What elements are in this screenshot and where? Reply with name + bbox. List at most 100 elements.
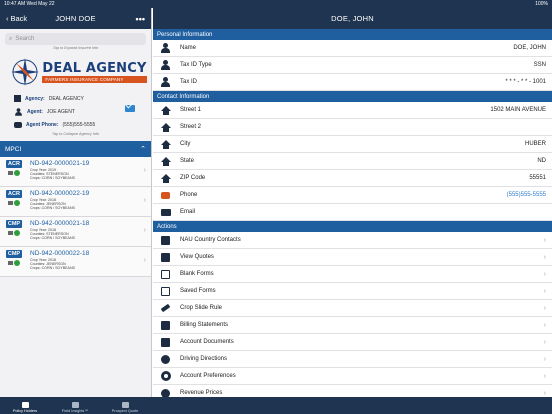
policy-row[interactable]: CMP ND-942-0000022-18 Crop Year: 2018 Co… bbox=[0, 247, 151, 277]
contact-row-email[interactable]: Email bbox=[153, 204, 552, 221]
flag-icon bbox=[8, 201, 13, 205]
policy-status bbox=[8, 170, 20, 176]
action-driving-directions[interactable]: Driving Directions › bbox=[153, 351, 552, 368]
agency-label: Agency: bbox=[25, 95, 45, 102]
personal-row-tax-id: Tax ID * * * - * * - 1001 bbox=[153, 74, 552, 91]
gear-icon bbox=[159, 371, 172, 381]
collapse-hint[interactable]: Tap to Collapse Agency Info bbox=[0, 132, 151, 136]
personal-info-header: Personal Information bbox=[153, 29, 552, 40]
contact-row-street1: Street 1 1502 MAIN AVENUE bbox=[153, 102, 552, 119]
left-nav-bar: ‹ Back JOHN DOE ••• bbox=[0, 8, 151, 29]
more-button[interactable]: ••• bbox=[136, 14, 145, 24]
quote-icon bbox=[159, 252, 172, 262]
house-icon bbox=[159, 105, 172, 115]
back-label: Back bbox=[10, 14, 28, 23]
back-button[interactable]: ‹ Back bbox=[6, 14, 27, 23]
row-value: 1502 MAIN AVENUE bbox=[490, 107, 546, 113]
chevron-right-icon: › bbox=[543, 270, 546, 278]
email-agent-icon[interactable] bbox=[125, 105, 135, 112]
row-label: Street 1 bbox=[180, 107, 202, 113]
actions-header: Actions bbox=[153, 221, 552, 232]
row-value: SSN bbox=[533, 62, 546, 68]
policy-text: ND-942-0000021-19 Crop Year: 2019 Counti… bbox=[30, 160, 89, 183]
contact-row-street2: Street 2 bbox=[153, 119, 552, 136]
action-view-quotes[interactable]: View Quotes › bbox=[153, 249, 552, 266]
personal-row-tax-id-type: Tax ID Type SSN bbox=[153, 57, 552, 74]
tab-prospect-quote[interactable]: Prospect Quote bbox=[100, 397, 150, 414]
chevron-right-icon: › bbox=[543, 304, 546, 312]
action-label: View Quotes bbox=[180, 254, 214, 260]
action-account-preferences[interactable]: Account Preferences › bbox=[153, 368, 552, 385]
chevron-left-icon: ‹ bbox=[6, 14, 9, 23]
chevron-up-icon: ⌃ bbox=[140, 146, 146, 153]
tab-field-insights[interactable]: Field Insights™ bbox=[50, 397, 100, 414]
status-bar: 10:47 AM Wed May 22 100% bbox=[0, 0, 552, 8]
contacts-book-icon bbox=[159, 235, 172, 245]
billing-icon bbox=[159, 320, 172, 330]
row-value: HUBER bbox=[524, 141, 546, 147]
row-label: Email bbox=[180, 209, 196, 215]
policy-row[interactable]: CMP ND-942-0000021-18 Crop Year: 2018 Co… bbox=[0, 217, 151, 247]
chevron-right-icon: › bbox=[543, 355, 546, 363]
person-icon bbox=[15, 107, 22, 116]
policy-icons: ACR bbox=[4, 190, 24, 213]
policy-crops: Crops: CORN / SOYBEANS bbox=[30, 206, 75, 211]
action-label: Account Preferences bbox=[180, 373, 236, 379]
policy-icons: CMP bbox=[4, 250, 24, 273]
action-nau-contacts[interactable]: NAU Country Contacts › bbox=[153, 232, 552, 249]
right-nav-title: DOE, JOHN bbox=[153, 8, 552, 29]
policy-icons: ACR bbox=[4, 160, 24, 183]
action-account-documents[interactable]: Account Documents › bbox=[153, 334, 552, 351]
policy-badge: ACR bbox=[6, 190, 22, 198]
status-time: 10:47 AM bbox=[4, 1, 26, 7]
chevron-right-icon: › bbox=[543, 389, 546, 397]
chevron-right-icon: › bbox=[543, 287, 546, 295]
policy-crops: Crops: CORN / SOYBEANS bbox=[30, 176, 75, 181]
compass-logo-icon bbox=[11, 58, 40, 86]
policy-row[interactable]: ACR ND-942-0000021-19 Crop Year: 2019 Co… bbox=[0, 157, 151, 187]
flag-icon bbox=[8, 171, 13, 175]
policy-text: ND-942-0000022-19 Crop Year: 2018 Counti… bbox=[30, 190, 89, 213]
search-input[interactable]: ⌕ Search bbox=[5, 33, 146, 45]
policy-status bbox=[8, 230, 20, 236]
flag-icon bbox=[8, 231, 13, 235]
row-label: ZIP Code bbox=[180, 175, 206, 181]
row-label: Name bbox=[180, 45, 197, 51]
mpci-label: MPCI bbox=[5, 145, 22, 153]
chevron-right-icon: › bbox=[143, 227, 146, 234]
saved-forms-icon bbox=[159, 286, 172, 296]
search-icon: ⌕ bbox=[9, 35, 13, 42]
policy-list: ACR ND-942-0000021-19 Crop Year: 2019 Co… bbox=[0, 157, 151, 277]
agent-phone-row[interactable]: Agent Phone: (555)555-5555 bbox=[14, 118, 151, 131]
policy-text: ND-942-0000021-18 Crop Year: 2018 Counti… bbox=[30, 220, 89, 243]
action-label: Billing Statements bbox=[180, 322, 229, 328]
documents-icon bbox=[159, 337, 172, 347]
row-value: ND bbox=[537, 158, 546, 164]
action-billing-statements[interactable]: Billing Statements › bbox=[153, 317, 552, 334]
tab-policy-holders[interactable]: Policy Holders bbox=[0, 397, 50, 414]
expand-hint[interactable]: Tap to Expand Insured Info bbox=[5, 46, 146, 50]
phone-link[interactable]: (555)555-5555 bbox=[507, 192, 546, 198]
agency-logo: DEAL AGENCY FARMERS INSURANCE COMPANY bbox=[6, 54, 151, 90]
action-blank-forms[interactable]: Blank Forms › bbox=[153, 266, 552, 283]
action-crop-slide-rule[interactable]: Crop Slide Rule › bbox=[153, 300, 552, 317]
tab-label: Field Insights™ bbox=[61, 409, 89, 413]
contact-row-phone[interactable]: Phone (555)555-5555 bbox=[153, 187, 552, 204]
building-icon bbox=[14, 95, 21, 102]
policy-row[interactable]: ACR ND-942-0000022-19 Crop Year: 2018 Co… bbox=[0, 187, 151, 217]
policy-icons: CMP bbox=[4, 220, 24, 243]
flag-icon bbox=[8, 261, 13, 265]
row-value: 55551 bbox=[529, 175, 546, 181]
search-placeholder: Search bbox=[15, 36, 35, 42]
status-date: Wed May 22 bbox=[26, 1, 55, 7]
policy-status bbox=[8, 200, 20, 206]
check-icon bbox=[14, 200, 20, 206]
mpci-section-header[interactable]: MPCI ⌃ bbox=[0, 141, 151, 157]
house-icon bbox=[159, 173, 172, 183]
left-panel: ‹ Back JOHN DOE ••• ⌕ Search Tap to Expa… bbox=[0, 8, 152, 414]
directions-icon bbox=[159, 354, 172, 364]
action-saved-forms[interactable]: Saved Forms › bbox=[153, 283, 552, 300]
chevron-right-icon: › bbox=[543, 253, 546, 261]
action-label: NAU Country Contacts bbox=[180, 237, 241, 243]
chevron-right-icon: › bbox=[143, 257, 146, 264]
